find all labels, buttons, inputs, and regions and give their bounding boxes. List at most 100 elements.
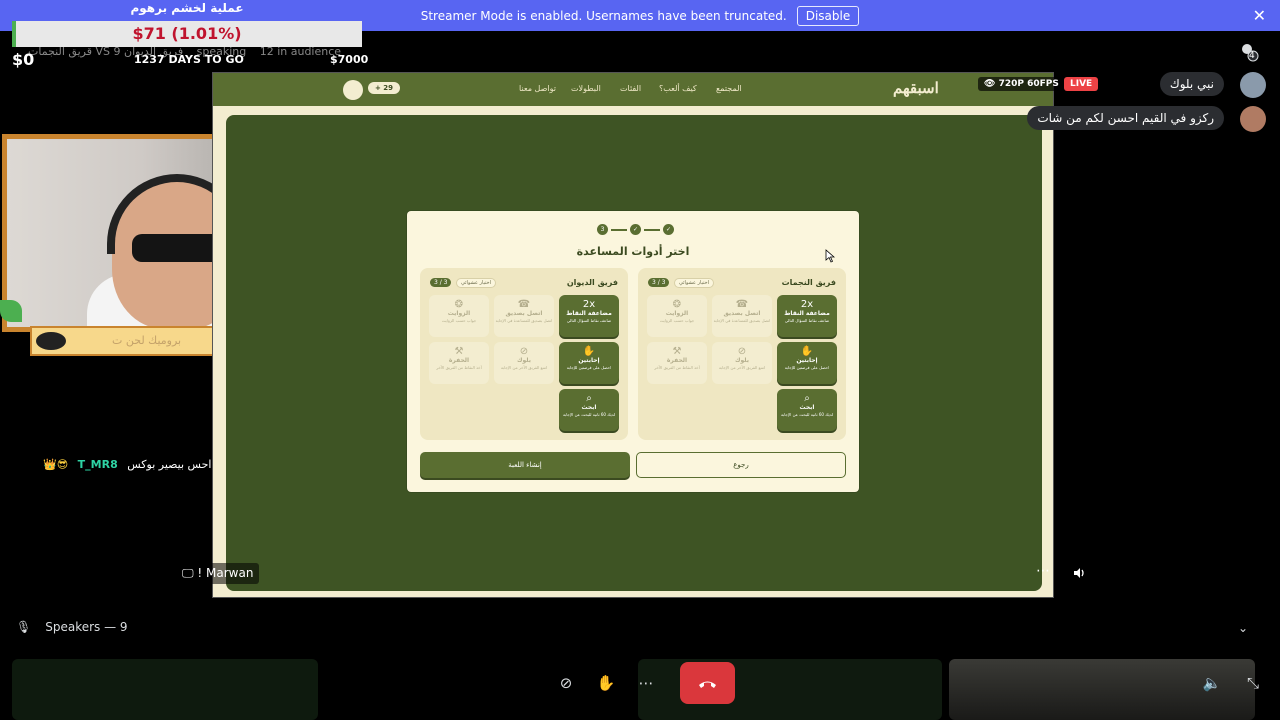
tool-name: الزوايت [665,310,689,317]
viewer-count: 4 [1238,42,1262,62]
chat-bubble: نبي بلوك [1159,72,1224,96]
nav-link-tournaments[interactable]: البطولات [571,84,601,93]
phone-icon: ☎ [517,299,531,310]
progress-steps: 3 ✓ ✓ [597,224,674,235]
microphone-icon: 🎙 [16,620,32,634]
viewer-count-number: 4 [1249,51,1255,61]
tool-name: إحابتين [578,357,600,364]
step-1: ✓ [663,224,674,235]
nav-link-categories[interactable]: الفئات [620,84,641,93]
tool-double-points[interactable]: 2x مضاعفة النقاط ضاعف نقاط السؤال التالي [559,295,619,337]
tool-pit[interactable]: ⚒ الحفرة أخذ النقاط من الفريق الآخر [647,342,707,384]
tool-zawait[interactable]: ❂ الزوايت جواب حسب الزوايت [429,295,489,337]
chevron-down-icon[interactable]: ⌄ [1238,621,1248,635]
help-tools-modal: 3 ✓ ✓ اختر أدوات المساعدة فريق النجمات 3… [407,211,859,492]
stream-user-name: ! Marwan [197,566,254,580]
tool-two-answers[interactable]: ✋ إحابتين احصل على فرصتين للإجابة [559,342,619,384]
team-name: فريق النجمات [781,278,836,287]
nav-link-how-to-play[interactable]: كيف ألعب؟ [659,84,697,93]
step-connector [611,228,627,231]
tool-block[interactable]: ⊘ بلوك امنع الفريق الآخر من الإجابة [494,342,554,384]
double-points-icon: 2x [582,299,596,310]
tool-call-friend[interactable]: ☎ اتصل بصديق اتصل بصديق للمساعدة في الإجاب… [494,295,554,337]
nav-link-contact[interactable]: تواصل معنا [519,84,556,93]
team-panel-diwan: فريق الديوان 3 / 3 اختيار عشوائي 2x مضاعف… [420,268,628,440]
speaker-tile[interactable] [12,659,318,720]
phone-hangup-icon [699,681,716,688]
chat-message: احس بيصير بوكس [127,458,212,471]
goal-min: $0 [12,50,35,69]
shovel-icon: ⚒ [454,346,464,357]
tool-name: بلوك [735,357,749,364]
camera-off-icon[interactable]: ⊘ [555,672,577,694]
search-icon: ⌕ [586,393,592,404]
tool-search[interactable]: ⌕ ابحث لديك 60 ثانية للبحث عن الإجابة [559,389,619,431]
tool-search[interactable]: ⌕ ابحث لديك 60 ثانية للبحث عن الإجابة [777,389,837,431]
disable-streamer-mode-button[interactable]: Disable [796,5,860,26]
nav-link-community[interactable]: المجتمع [716,84,742,93]
volume-icon[interactable] [1072,566,1086,580]
chat-bubble: ركزو في القيم احسن لكم من شات [1027,106,1224,130]
site-navbar: + 29 تواصل معنا البطولات الفئات كيف ألعب… [213,73,1053,106]
goal-title: عملية لخشم برهوم [130,1,244,15]
hand-icon: ✋ [582,346,596,357]
tool-pit[interactable]: ⚒ الحفرة أخذ النقاط من الفريق الآخر [429,342,489,384]
tool-name: مضاعفة النقاط [784,310,830,317]
random-pick-button[interactable]: اختيار عشوائي [456,278,496,288]
tool-desc: اتصل بصديق للمساعدة في الإجابة [495,318,553,323]
mustache-icon [36,332,66,350]
tool-zawait[interactable]: ❂ الزوايت جواب حسب الزوايت [647,295,707,337]
tool-name: اتصل بصديق [505,310,543,317]
team-tool-count: 3 / 3 [430,278,452,287]
exit-fullscreen-icon[interactable]: ⤡ [1242,672,1264,694]
goal-days: 1237 DAYS TO GO [134,53,244,66]
create-game-button[interactable]: إنشاء اللعبة [420,452,630,478]
stream-quality-badge: 👁 720P 60FPS [978,77,1065,91]
user-avatar-icon[interactable] [343,80,363,100]
tool-call-friend[interactable]: ☎ اتصل بصديق اتصل بصديق للمساعدة في الإجاب… [712,295,772,337]
back-button[interactable]: رجوع [636,452,846,478]
site-logo[interactable]: اسبقهم [893,79,939,97]
tool-name: إحابتين [796,357,818,364]
tool-name: الحفرة [448,357,470,364]
leaf-icon [0,300,22,322]
goal-progress-bar: $71 (1.01%) [12,21,362,47]
speakers-section[interactable]: 🎙 Speakers — 9 [16,620,128,634]
tool-desc: لديك 60 ثانية للبحث عن الإجابة [562,412,616,417]
hang-up-button[interactable] [680,662,735,704]
step-2: ✓ [630,224,641,235]
tool-desc: أخذ النقاط من الفريق الآخر [654,365,700,370]
block-icon: ⊘ [737,346,747,357]
stream-more-options-icon[interactable]: ⋯ [1036,563,1050,579]
search-icon: ⌕ [804,393,810,404]
tool-desc: جواب حسب الزوايت [659,318,695,323]
tool-desc: اتصل بصديق للمساعدة في الإجابة [713,318,771,323]
tool-name: الحفرة [666,357,688,364]
live-badge: LIVE [1064,77,1099,91]
tool-two-answers[interactable]: ✋ إحابتين احصل على فرصتين للإجابة [777,342,837,384]
speaker-volume-icon[interactable]: 🔈 [1201,672,1223,694]
coins-badge[interactable]: + 29 [368,82,401,94]
gear-icon: ❂ [454,299,464,310]
tool-desc: أخذ النقاط من الفريق الآخر [436,365,482,370]
tool-desc: امنع الفريق الآخر من الإجابة [500,365,548,370]
step-3: 3 [597,224,608,235]
gear-icon: ❂ [672,299,682,310]
banner-text: Streamer Mode is enabled. Usernames have… [420,8,787,23]
tool-desc: لديك 60 ثانية للبحث عن الإجابة [780,412,834,417]
random-pick-button[interactable]: اختيار عشوائي [674,278,714,288]
chat-avatar[interactable] [1240,72,1266,98]
more-options-icon[interactable]: ⋯ [635,672,657,694]
modal-title: اختر أدوات المساعدة [576,245,690,258]
step-connector [644,228,660,231]
close-icon[interactable]: ✕ [1253,6,1266,25]
mouse-cursor-icon [825,249,835,263]
hand-icon: ✋ [800,346,814,357]
stream-quality: 720P 60FPS [998,79,1059,89]
tool-double-points[interactable]: 2x مضاعفة النقاط ضاعف نقاط السؤال التالي [777,295,837,337]
stream-user-label: 🖵 ! Marwan [176,563,260,584]
raise-hand-icon[interactable]: ✋ [595,672,617,694]
chat-avatar[interactable] [1240,106,1266,132]
team-tool-count: 3 / 3 [648,278,670,287]
tool-block[interactable]: ⊘ بلوك امنع الفريق الآخر من الإجابة [712,342,772,384]
